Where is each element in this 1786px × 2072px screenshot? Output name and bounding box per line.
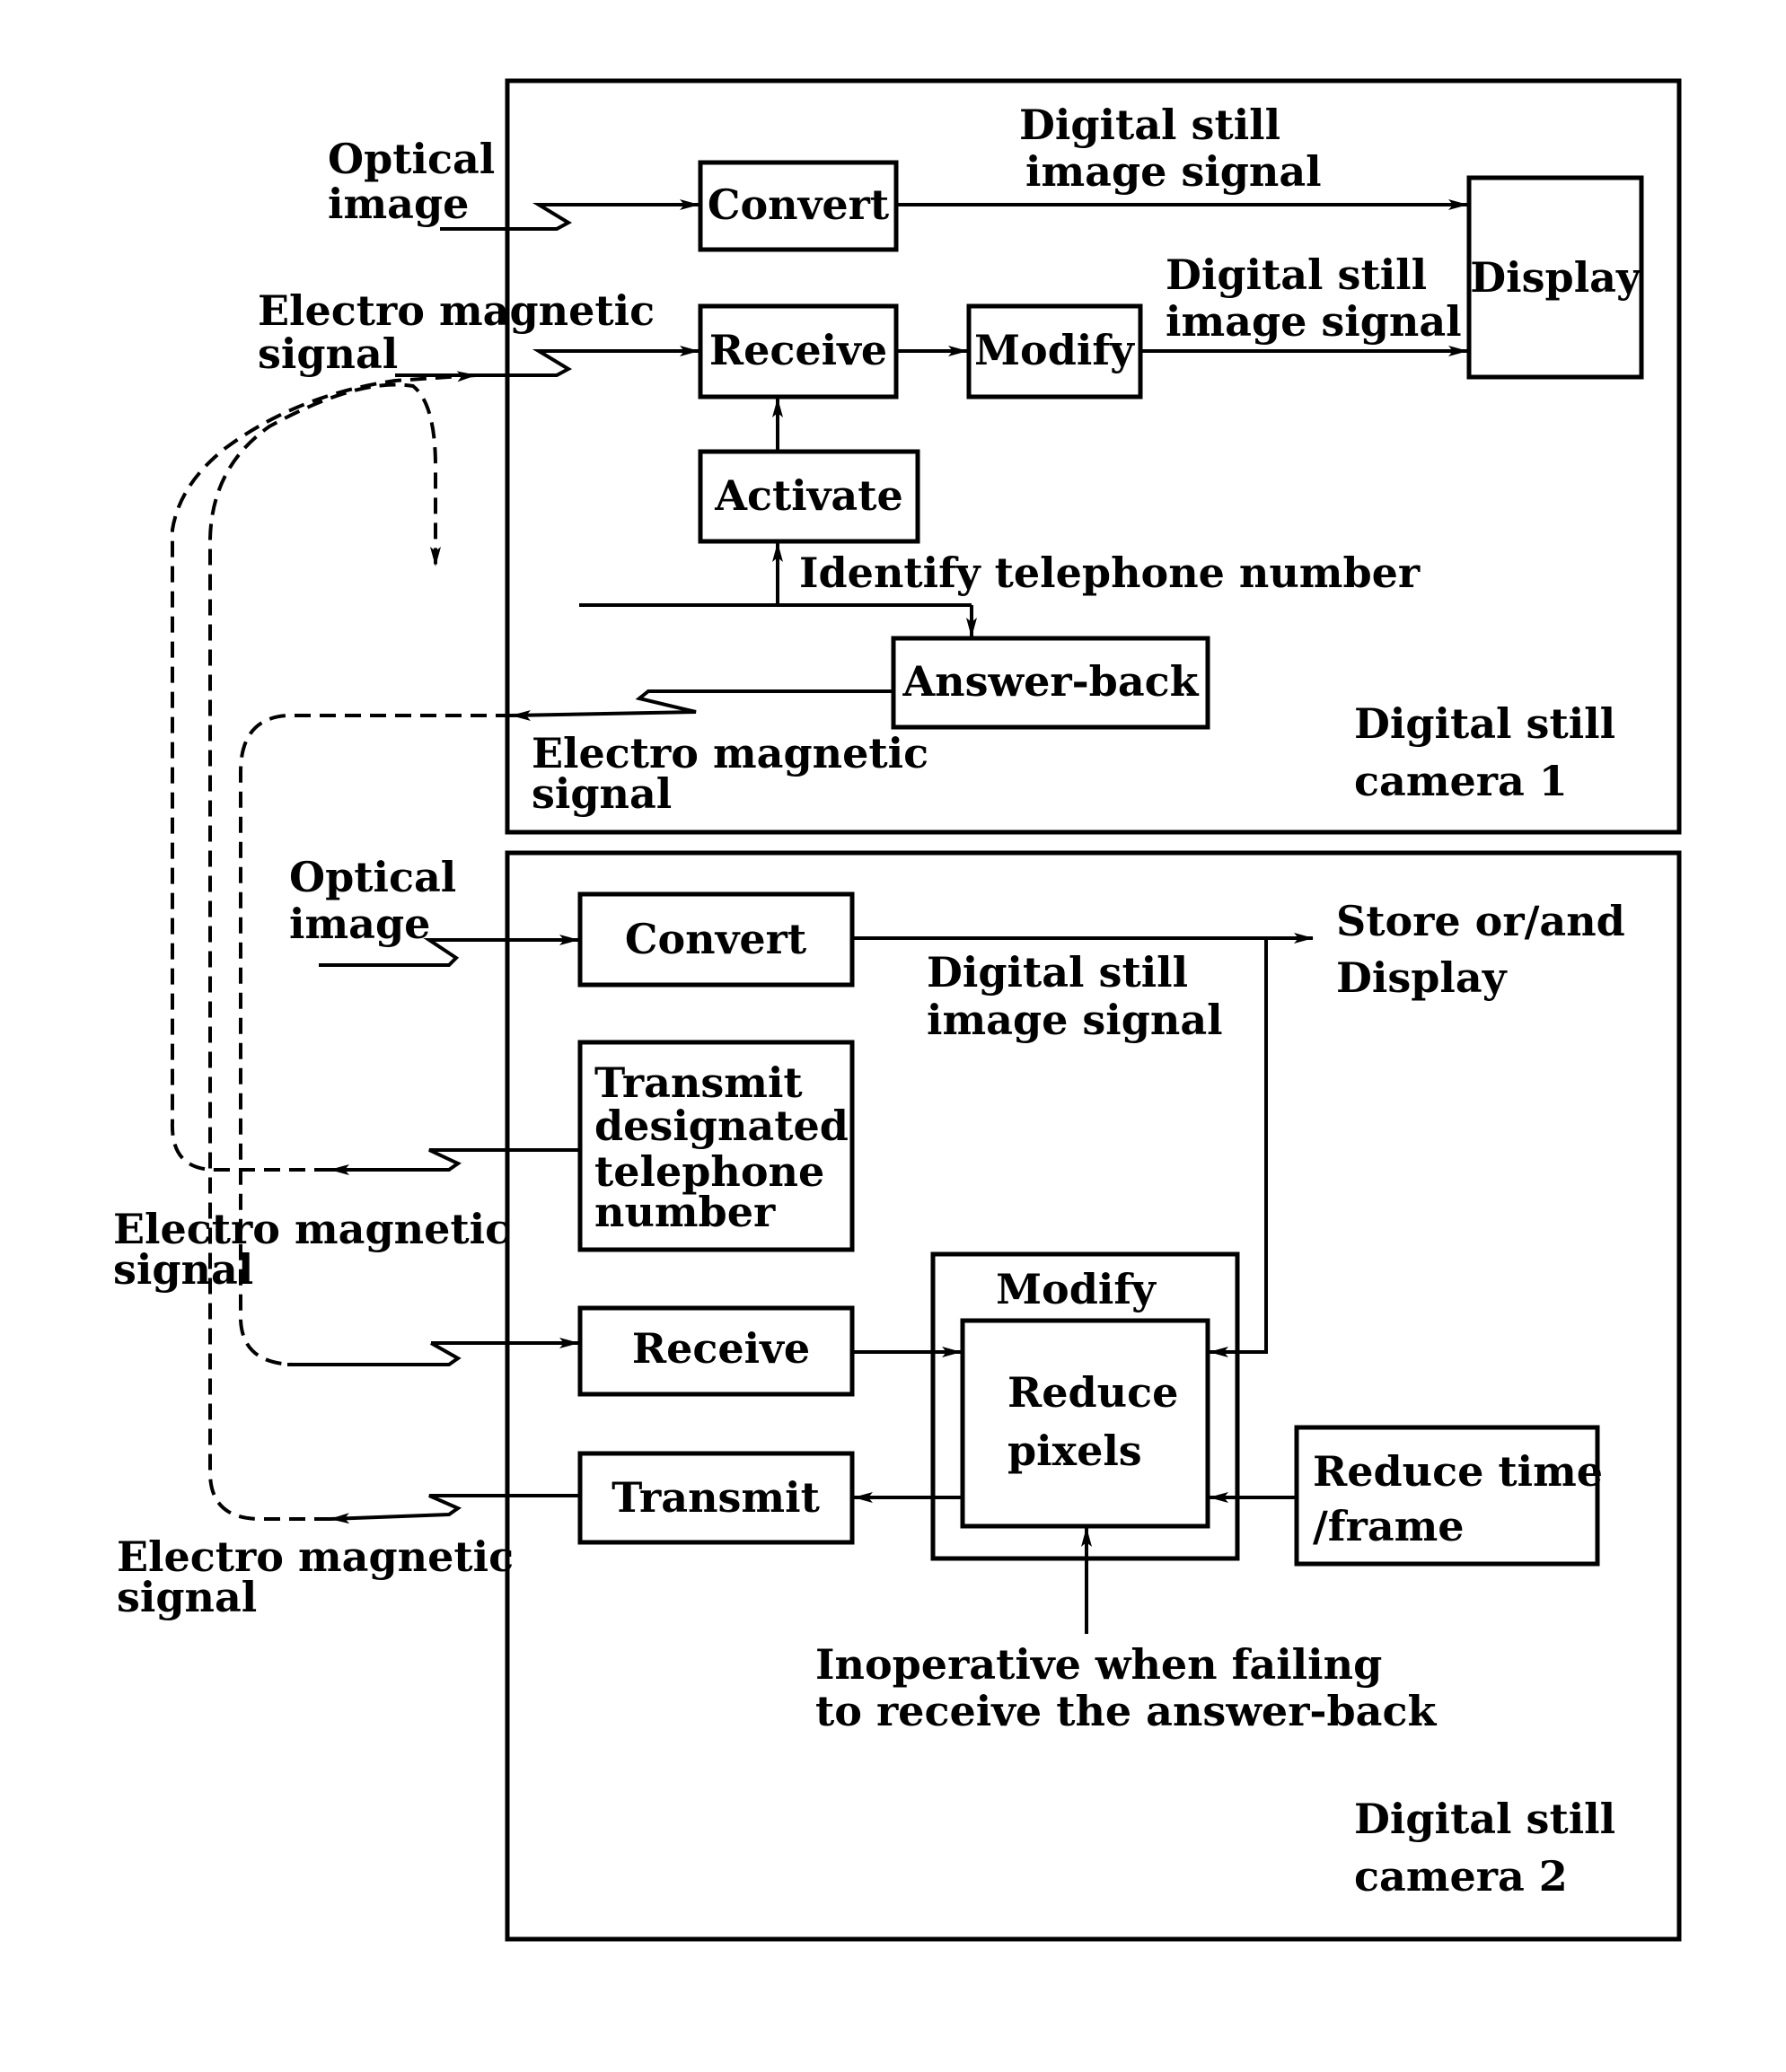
- cam1-answer-back-label: Answer-back: [902, 657, 1199, 706]
- cam1-optical-label-1: Optical: [328, 135, 495, 183]
- cam1-signal-label-2b: image signal: [1166, 297, 1462, 346]
- cam1-signal-label-1a: Digital still: [1019, 101, 1280, 149]
- cam2-signal-label-1: Digital still: [927, 948, 1188, 996]
- cam2-transmit-label: Transmit: [611, 1473, 820, 1522]
- cam2-store-display-label-2: Display: [1336, 953, 1508, 1002]
- cam1-modify-label: Modify: [974, 326, 1135, 374]
- cam2-reduce-pixels-label-2: pixels: [1007, 1427, 1142, 1475]
- cam1-optical-label-2: image: [328, 180, 469, 228]
- cam1-em-out-label-2: signal: [532, 769, 672, 818]
- cam2-inoperative-label-1: Inoperative when failing: [815, 1640, 1382, 1689]
- cam1-display-block: Display: [1466, 175, 1644, 380]
- cam1-convert-label: Convert: [708, 180, 890, 229]
- cam1-em-label-2: signal: [258, 329, 398, 378]
- cam2-optical-label-2: image: [289, 900, 430, 948]
- cam1-signal-label-1b: image signal: [1025, 147, 1322, 196]
- camera2-label-1: Digital still: [1354, 1795, 1615, 1843]
- cam2-em-out-label-2b: signal: [117, 1573, 257, 1621]
- cam2-optical-label-1: Optical: [289, 853, 456, 901]
- cam2-reduce-time-label-2: /frame: [1313, 1502, 1465, 1550]
- cam2-signal-label-2: image signal: [927, 996, 1223, 1044]
- camera1-label-1: Digital still: [1354, 699, 1615, 748]
- cam1-convert-block: Convert: [698, 160, 899, 252]
- dashed-path-answer-back-to-cam2: [239, 710, 531, 1366]
- cam2-reduce-pixels-block: Reduce pixels: [960, 1318, 1210, 1529]
- cam2-td-label-2: designated: [594, 1102, 849, 1150]
- cam1-em-label-1: Electro magnetic: [258, 286, 655, 335]
- cam1-activate-block: Activate: [698, 449, 920, 544]
- cam2-reduce-pixels-label-1: Reduce: [1007, 1368, 1178, 1417]
- cam2-modify-label: Modify: [996, 1265, 1157, 1313]
- dashed-path-designated-number-to-cam1: [170, 371, 477, 1172]
- cam1-optical-input-arrow: [440, 199, 699, 231]
- cam1-answer-back-output-line: [511, 689, 893, 717]
- dashed-path-transmit-to-cam1: [208, 382, 441, 1521]
- cam2-transmit-designated-output-arrow: [330, 1148, 580, 1175]
- cam2-receive-label: Receive: [632, 1324, 810, 1373]
- cam2-transmit-output-arrow: [330, 1494, 580, 1524]
- cam1-receive-block: Receive: [698, 303, 899, 399]
- cam2-transmit-block: Transmit: [577, 1451, 855, 1545]
- cam2-em-out-label-1b: signal: [113, 1245, 253, 1294]
- cam2-convert-label: Convert: [625, 915, 807, 963]
- cam1-modify-block: Modify: [966, 303, 1143, 399]
- cam2-inoperative-label-2: to receive the answer-back: [815, 1687, 1437, 1735]
- camera2-label-2: camera 2: [1354, 1852, 1568, 1901]
- cam1-activate-label: Activate: [714, 471, 902, 520]
- cam1-receive-label: Receive: [709, 326, 887, 374]
- cam1-display-label: Display: [1470, 253, 1641, 302]
- cam2-td-label-1: Transmit: [594, 1058, 803, 1107]
- cam2-reduce-time-block: Reduce time /frame: [1294, 1425, 1603, 1567]
- block-diagram: Convert Display Receive Modify Activate …: [113, 78, 1682, 1942]
- cam2-reduce-time-label-1: Reduce time: [1313, 1447, 1603, 1496]
- camera1-label-2: camera 1: [1354, 757, 1568, 805]
- cam2-convert-block: Convert: [577, 891, 855, 988]
- cam2-receive-block: Receive: [577, 1305, 855, 1397]
- cam1-identify-label: Identify telephone number: [799, 549, 1421, 597]
- cam1-em-input-arrow: [395, 346, 699, 377]
- cam2-receive-input-squiggle: [287, 1341, 462, 1366]
- cam1-signal-label-2a: Digital still: [1166, 250, 1427, 299]
- cam2-transmit-designated-block: Transmit designated telephone number: [577, 1040, 855, 1252]
- cam1-answer-back-block: Answer-back: [891, 636, 1210, 730]
- cam2-store-display-label-1: Store or/and: [1336, 897, 1625, 945]
- cam2-td-label-4: number: [594, 1188, 776, 1236]
